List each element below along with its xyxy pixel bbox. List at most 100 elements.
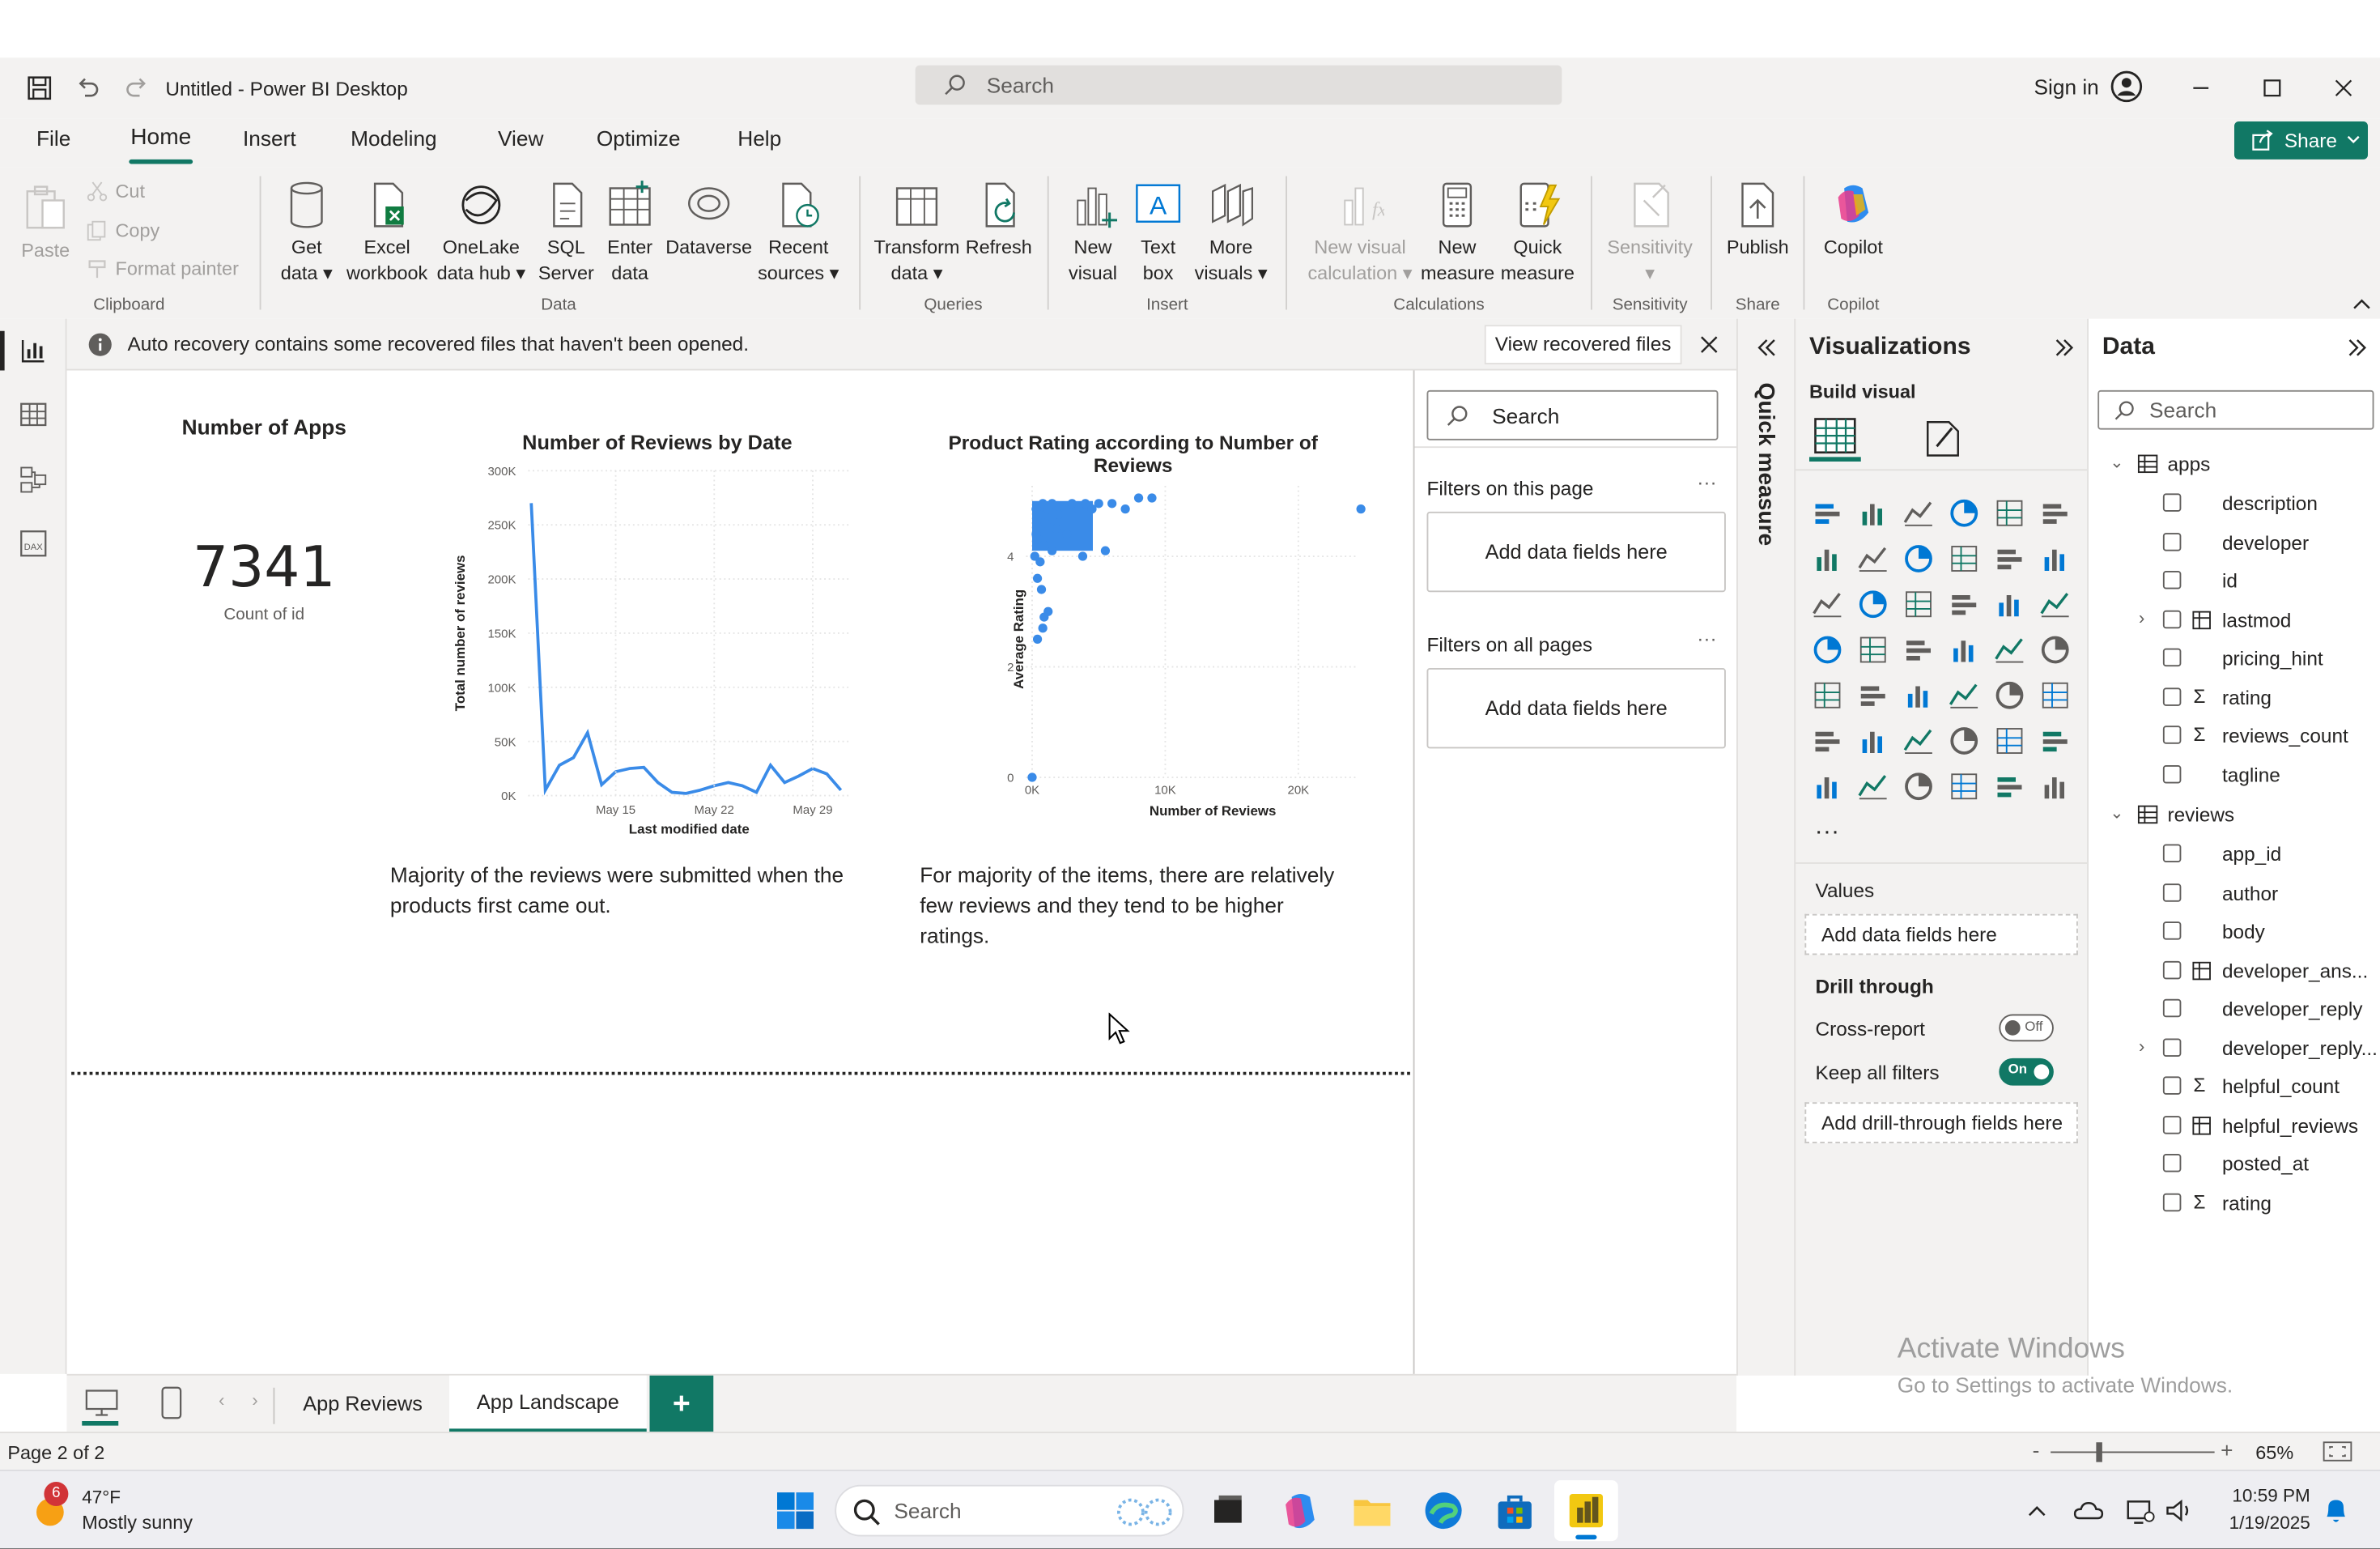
model-view-icon[interactable] (19, 465, 49, 496)
windows-start-icon[interactable] (774, 1489, 817, 1532)
visual-type-icon[interactable] (1993, 496, 2026, 530)
cut-button[interactable]: Cut (116, 181, 145, 202)
visual-type-icon[interactable] (1856, 496, 1889, 530)
visual-type-icon[interactable] (1856, 542, 1889, 575)
visual-type-icon[interactable] (1856, 724, 1889, 757)
refresh-button[interactable]: Refresh (966, 179, 1033, 261)
onedrive-icon[interactable] (2073, 1497, 2104, 1525)
more-options-icon[interactable]: ··· (1697, 470, 1716, 493)
visual-type-icon[interactable] (1902, 542, 1935, 575)
data-search-input[interactable]: Search (2097, 389, 2374, 430)
volume-icon[interactable] (2165, 1497, 2195, 1525)
copy-button[interactable]: Copy (116, 220, 160, 241)
visual-type-icon[interactable] (1811, 633, 1844, 666)
visual-type-icon[interactable] (1993, 724, 2026, 757)
quick-measure-button[interactable]: Quick measure (1497, 179, 1579, 287)
field-checkbox[interactable] (2162, 609, 2182, 628)
visual-type-icon[interactable] (1902, 679, 1935, 712)
weather-widget[interactable]: 6 (31, 1482, 70, 1529)
page-tab-app-reviews[interactable]: App Reviews (276, 1376, 449, 1433)
field-item[interactable]: helpful_reviews (2089, 1113, 2377, 1144)
excel-workbook-button[interactable]: Excel workbook (340, 179, 434, 287)
keep-all-filters-toggle[interactable]: On (1999, 1057, 2054, 1086)
field-checkbox[interactable] (2162, 764, 2182, 783)
desktop-layout-icon[interactable] (85, 1388, 118, 1419)
field-checkbox[interactable] (2162, 532, 2182, 551)
values-dropzone[interactable]: Add data fields here (1804, 913, 2078, 955)
page-tab-app-landscape[interactable]: App Landscape (449, 1375, 647, 1433)
top-search-box[interactable]: Search (915, 65, 1562, 105)
microsoft-store-icon[interactable] (1494, 1489, 1536, 1532)
visual-type-icon[interactable] (1902, 633, 1935, 666)
expand-icon[interactable]: › (2139, 606, 2145, 628)
field-item[interactable]: author (2089, 881, 2377, 912)
more-options-icon[interactable]: ··· (1697, 627, 1716, 649)
visual-type-icon[interactable] (1856, 588, 1889, 621)
visual-type-icon[interactable] (1902, 724, 1935, 757)
filters-on-page-dropzone[interactable]: Add data fields here (1426, 511, 1726, 593)
visual-type-icon[interactable] (1993, 679, 2026, 712)
field-checkbox[interactable] (2162, 844, 2182, 862)
scatter-chart-description[interactable]: For majority of the items, there are rel… (920, 859, 1337, 951)
field-item[interactable]: tagline (2089, 763, 2377, 794)
add-page-button[interactable]: + (649, 1375, 714, 1433)
visual-type-icon[interactable] (1811, 770, 1844, 803)
task-view-icon[interactable] (1207, 1489, 1250, 1532)
powerbi-taskbar-button[interactable] (1554, 1480, 1618, 1542)
get-data-button[interactable]: Get data ▾ (276, 179, 337, 287)
close-icon[interactable] (1700, 335, 1719, 354)
field-item[interactable]: Σrating (2089, 1189, 2377, 1222)
menu-home[interactable]: Home (130, 125, 191, 151)
sql-server-button[interactable]: SQL Server (534, 179, 598, 287)
visual-type-icon[interactable] (1856, 633, 1889, 666)
visual-type-icon[interactable] (2038, 724, 2072, 757)
save-icon[interactable] (24, 73, 55, 104)
visual-type-icon[interactable] (1948, 724, 1981, 757)
menu-help[interactable]: Help (737, 126, 781, 151)
visual-type-icon[interactable] (1811, 542, 1844, 575)
field-item[interactable]: description (2089, 492, 2377, 523)
field-item[interactable]: Σhelpful_count (2089, 1074, 2377, 1106)
visual-type-icon[interactable] (2038, 542, 2072, 575)
collapse-pane-icon[interactable] (2347, 337, 2368, 358)
field-checkbox[interactable] (2162, 1037, 2182, 1057)
visual-type-icon[interactable] (1948, 496, 1981, 530)
visual-type-icon[interactable] (1811, 724, 1844, 757)
chevron-up-icon[interactable] (2025, 1499, 2049, 1523)
scatter-chart-visual[interactable]: Product Rating according to Number of Re… (932, 428, 1372, 838)
field-item[interactable]: app_id (2089, 843, 2377, 874)
field-item[interactable]: Σrating (2089, 684, 2377, 717)
zoom-slider-thumb[interactable] (2096, 1442, 2102, 1462)
field-checkbox[interactable] (2162, 1076, 2182, 1095)
report-view-icon[interactable] (19, 335, 49, 366)
visual-type-icon[interactable] (1856, 770, 1889, 803)
field-checkbox[interactable] (2162, 648, 2182, 667)
zoom-in-button[interactable]: + (2221, 1438, 2233, 1462)
copilot-button[interactable]: Copilot (1816, 179, 1892, 261)
mobile-layout-icon[interactable] (161, 1386, 182, 1419)
quick-measure-pane-collapsed[interactable]: Quick measure (1736, 318, 1795, 1376)
new-measure-button[interactable]: New measure (1421, 179, 1494, 287)
field-item[interactable]: developer (2089, 530, 2377, 561)
field-checkbox[interactable] (2162, 493, 2182, 512)
collapse-pane-icon[interactable] (2054, 337, 2075, 358)
dax-query-view-icon[interactable]: DAX (19, 529, 49, 560)
filter-search-input[interactable]: Search (1426, 389, 1719, 440)
menu-view[interactable]: View (498, 126, 543, 151)
format-painter-button[interactable]: Format painter (116, 258, 239, 279)
drill-through-dropzone[interactable]: Add drill-through fields here (1804, 1102, 2078, 1143)
copilot-taskbar-icon[interactable] (1280, 1489, 1323, 1532)
menu-modeling[interactable]: Modeling (351, 126, 437, 151)
format-visual-icon[interactable] (1922, 416, 1965, 459)
visual-type-icon[interactable] (1948, 588, 1981, 621)
visual-type-icon[interactable] (1948, 633, 1981, 666)
field-item[interactable]: posted_at (2089, 1152, 2377, 1183)
onelake-data-hub-button[interactable]: OneLake data hub ▾ (434, 179, 528, 287)
sign-in-link[interactable]: Sign in (2034, 74, 2099, 99)
menu-optimize[interactable]: Optimize (597, 126, 681, 151)
paste-button[interactable]: Paste (19, 182, 74, 264)
field-checkbox[interactable] (2162, 687, 2182, 705)
visual-type-icon[interactable] (2038, 770, 2072, 803)
visual-type-icon[interactable] (1811, 496, 1844, 530)
fit-to-page-icon[interactable] (2323, 1440, 2353, 1462)
